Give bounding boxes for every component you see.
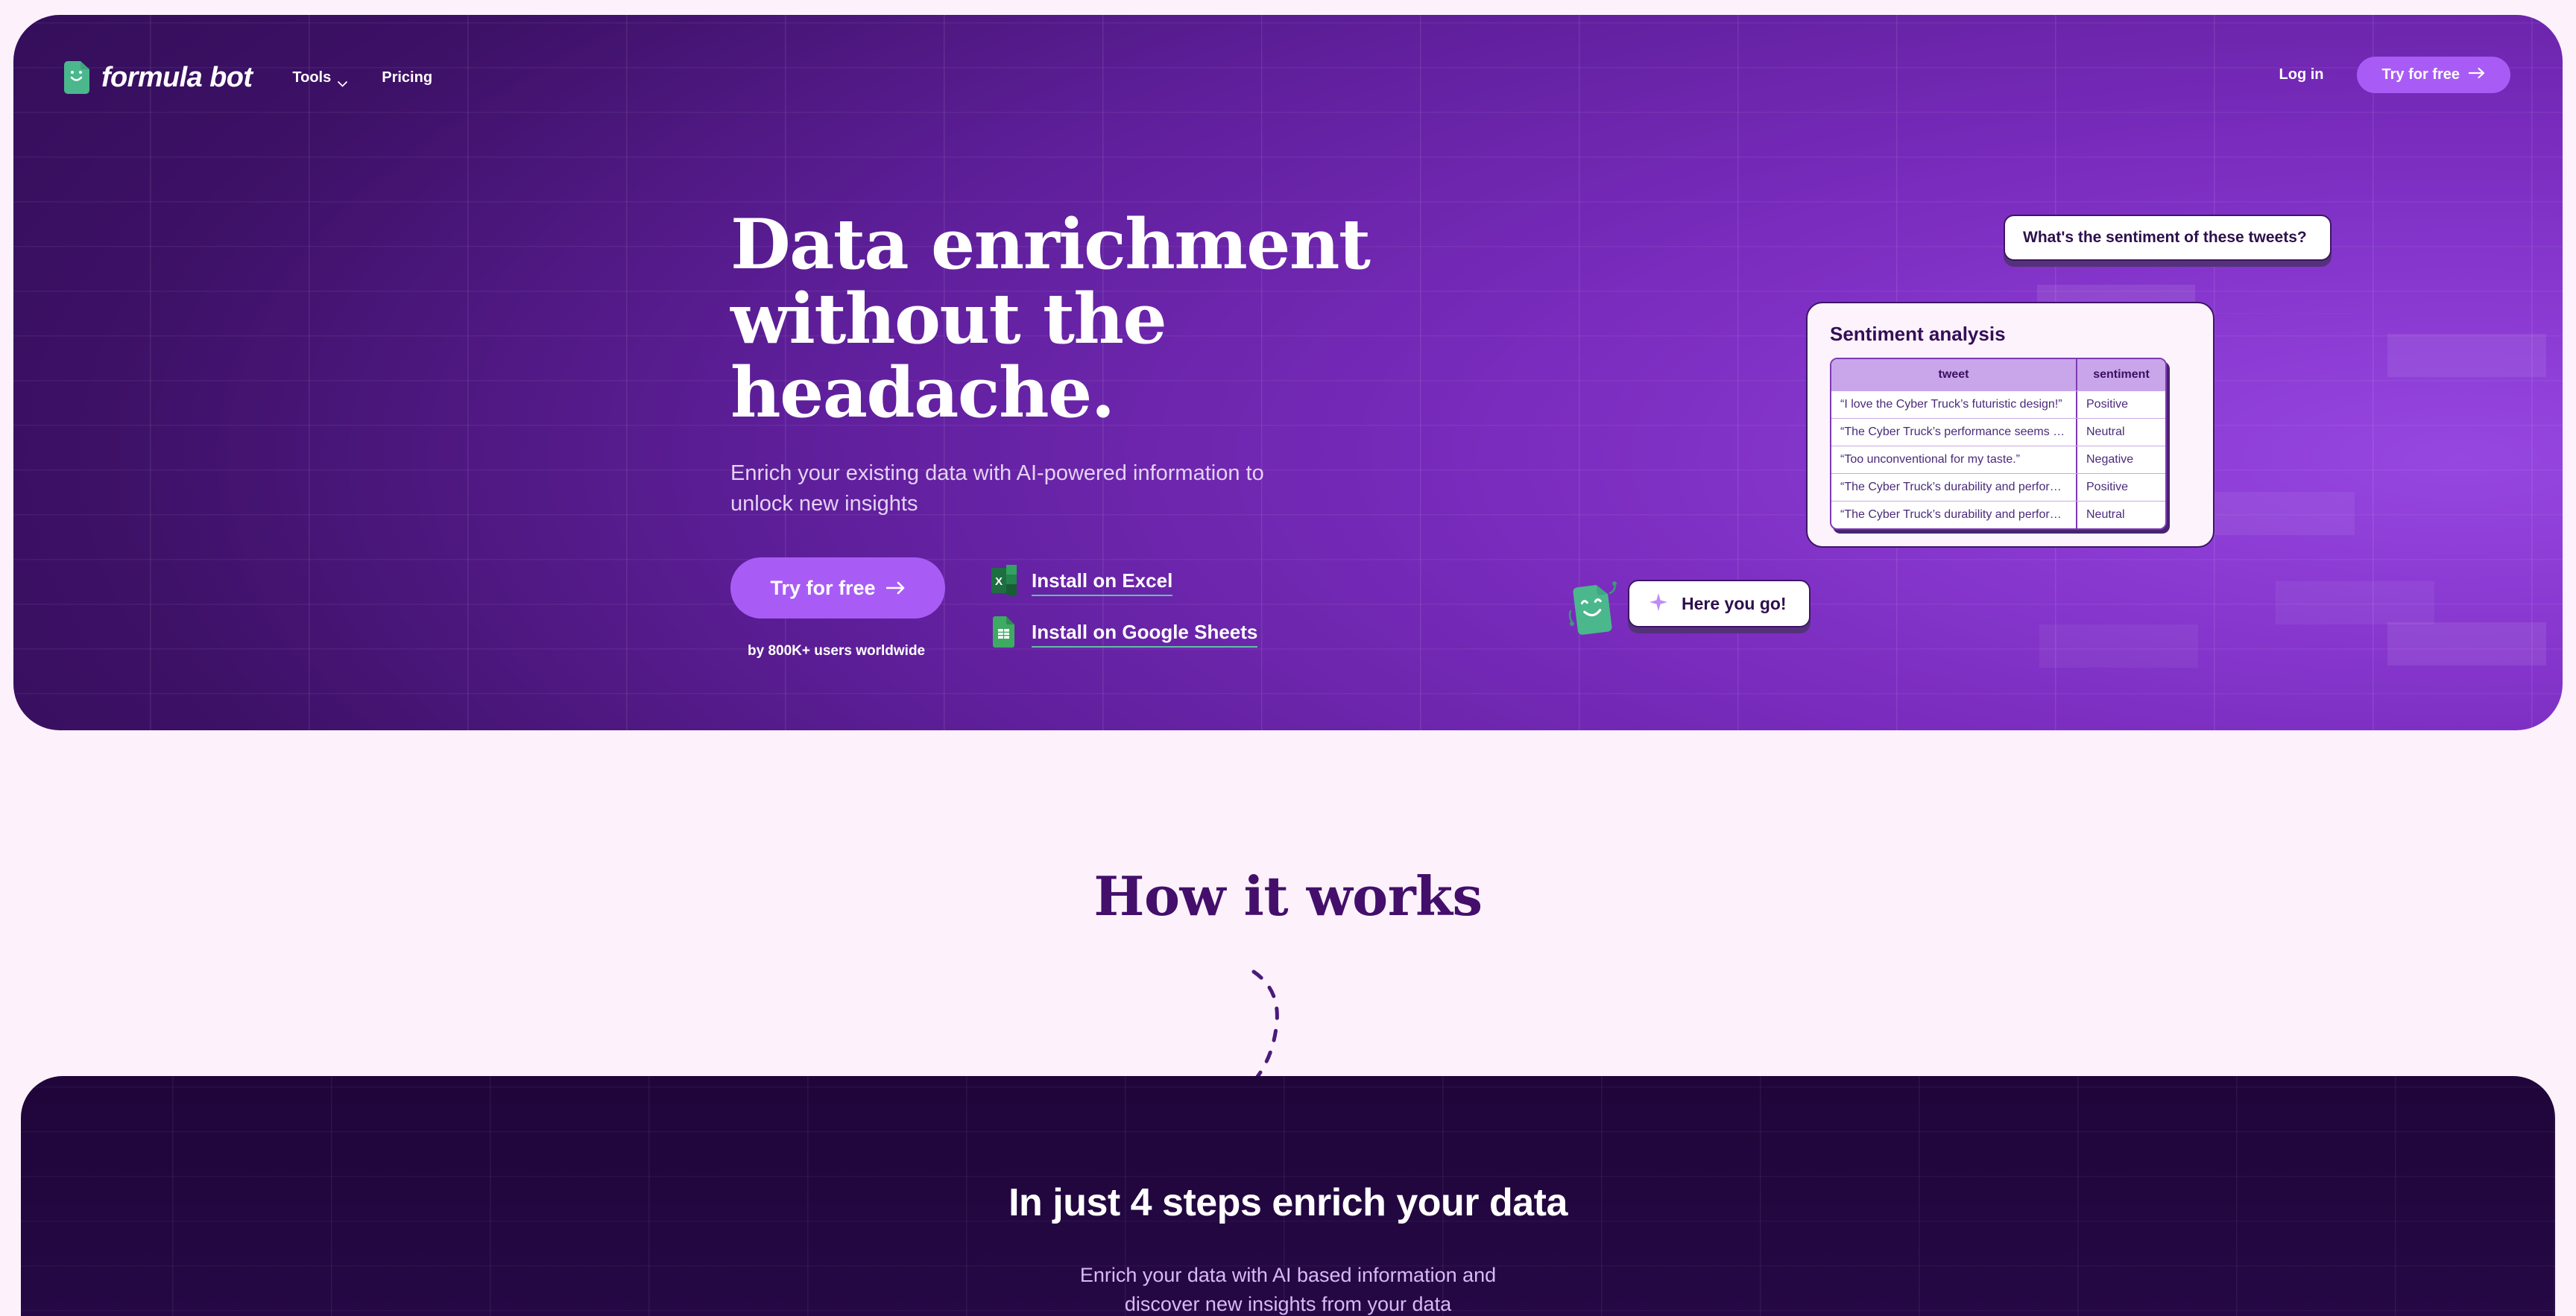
hero-subheadline: Enrich your existing data with AI-powere… — [730, 461, 1264, 516]
install-on-excel-link[interactable]: X Install on Excel — [991, 565, 1257, 600]
nav-left-group: formula bot Tools Pricing — [64, 61, 432, 94]
hero-try-for-free-label: Try for free — [770, 576, 876, 599]
cell-sentiment-text: Positive — [2086, 398, 2129, 411]
steps-subtitle: Enrich your data with AI based informati… — [21, 1261, 2555, 1316]
headline-line-3: headache. — [730, 352, 1115, 433]
install-on-excel-label: Install on Excel — [1032, 569, 1173, 596]
chevron-down-icon — [338, 75, 348, 87]
how-it-works-section: How it works — [0, 864, 2576, 928]
sentiment-analysis-card: Sentiment analysis tweet sentiment “I lo… — [1806, 302, 2214, 548]
hero-copy: Data enrichment without the headache. En… — [730, 207, 1401, 519]
cell-tweet: “I love the Cyber Truck’s futuristic des… — [1831, 391, 2077, 418]
table-row: “Too unconventional for my taste.” Negat… — [1831, 446, 2165, 473]
nav-item-tools-label: Tools — [292, 69, 332, 86]
steps-section: In just 4 steps enrich your data Enrich … — [21, 1076, 2555, 1316]
svg-text:X: X — [995, 575, 1003, 588]
top-navigation: formula bot Tools Pricing Log in Try for… — [13, 15, 2563, 149]
cell-tweet: “The Cyber Truck’s durability and perfor… — [1831, 474, 2077, 501]
cell-sentiment-text: Negative — [2086, 453, 2134, 466]
green-sheet-smiley-icon — [64, 61, 89, 94]
dashed-curve-connector — [1237, 969, 1342, 1088]
install-on-google-sheets-link[interactable]: Install on Google Sheets — [991, 616, 1258, 651]
cell-sentiment: Positive — [2077, 391, 2165, 418]
steps-content: In just 4 steps enrich your data Enrich … — [21, 1076, 2555, 1316]
table-header-row: tweet sentiment — [1831, 359, 2165, 390]
nav-item-tools[interactable]: Tools — [292, 69, 348, 87]
users-count-note: by 800K+ users worldwide — [748, 643, 926, 659]
nav-item-pricing-label: Pricing — [382, 69, 433, 86]
arrow-right-icon — [886, 577, 906, 600]
nav-try-for-free-label: Try for free — [2381, 66, 2460, 83]
cell-tweet: “Too unconventional for my taste.” — [1831, 446, 2077, 473]
sentiment-card-title: Sentiment analysis — [1830, 323, 2006, 345]
nav-right-group: Log in Try for free — [2279, 57, 2510, 93]
landing-page: formula bot Tools Pricing Log in Try for… — [0, 0, 2576, 1316]
green-sheet-mascot — [1568, 580, 1619, 642]
cell-sentiment: Neutral — [2077, 502, 2165, 528]
install-links: X Install on Excel Install on Google She… — [991, 557, 1258, 651]
hero-try-for-free-button[interactable]: Try for free — [730, 557, 945, 619]
table-row: “I love the Cyber Truck’s futuristic des… — [1831, 390, 2165, 418]
google-sheets-icon — [991, 616, 1017, 651]
cell-sentiment: Negative — [2077, 446, 2165, 473]
steps-subtitle-line-2: discover new insights from your data — [1124, 1293, 1452, 1316]
cell-tweet-text: “The Cyber Truck’s durability and perfor… — [1840, 481, 2067, 493]
column-header-tweet: tweet — [1831, 359, 2077, 390]
brand-logo[interactable]: formula bot — [64, 61, 253, 94]
assistant-response-text: Here you go! — [1682, 593, 1787, 613]
nav-links: Tools Pricing — [292, 69, 432, 87]
cell-tweet-text: “Too unconventional for my taste.” — [1840, 453, 2021, 466]
table-row: “The Cyber Truck’s durability and perfor… — [1831, 501, 2165, 528]
steps-title: In just 4 steps enrich your data — [1008, 1181, 1568, 1224]
how-it-works-title: How it works — [1093, 864, 1483, 928]
headline-line-2: without the — [730, 277, 1167, 359]
cell-sentiment-text: Positive — [2086, 481, 2129, 493]
table-row: “The Cyber Truck’s performance seems dec… — [1831, 418, 2165, 446]
cell-sentiment: Positive — [2077, 474, 2165, 501]
install-on-google-sheets-label: Install on Google Sheets — [1032, 621, 1258, 648]
cell-tweet: “The Cyber Truck’s performance seems dec… — [1831, 419, 2077, 446]
cell-tweet: “The Cyber Truck’s durability and perfor… — [1831, 502, 2077, 528]
cell-sentiment-text: Neutral — [2086, 508, 2125, 521]
page-title: Data enrichment without the headache. — [730, 207, 1401, 430]
cell-tweet-text: “I love the Cyber Truck’s futuristic des… — [1840, 398, 2062, 411]
assistant-response-bubble: Here you go! — [1628, 580, 1811, 627]
hero-section: formula bot Tools Pricing Log in Try for… — [13, 15, 2563, 730]
sentiment-table: tweet sentiment “I love the Cyber Truck’… — [1830, 358, 2167, 530]
excel-icon: X — [991, 565, 1017, 600]
cell-tweet-text: “The Cyber Truck’s durability and perfor… — [1840, 508, 2067, 521]
table-row: “The Cyber Truck’s durability and perfor… — [1831, 473, 2165, 501]
prompt-bubble[interactable]: What's the sentiment of these tweets? — [2004, 215, 2332, 261]
cell-sentiment: Neutral — [2077, 419, 2165, 446]
brand-name: formula bot — [101, 61, 253, 93]
steps-subtitle-line-1: Enrich your data with AI based informati… — [1079, 1264, 1497, 1286]
nav-item-pricing[interactable]: Pricing — [382, 69, 432, 86]
cell-tweet-text: “The Cyber Truck’s performance seems dec… — [1840, 426, 2067, 438]
login-link[interactable]: Log in — [2279, 66, 2324, 83]
headline-line-1: Data enrichment — [730, 203, 1371, 285]
cell-sentiment-text: Neutral — [2086, 426, 2125, 438]
hero-cta-row: Try for free X Install on Excel Install … — [730, 557, 1258, 651]
column-header-sentiment: sentiment — [2093, 368, 2150, 381]
sparkle-icon — [1649, 592, 1668, 616]
nav-try-for-free-button[interactable]: Try for free — [2356, 57, 2510, 93]
prompt-bubble-text: What's the sentiment of these tweets? — [2023, 229, 2307, 246]
arrow-right-icon — [2468, 66, 2485, 83]
